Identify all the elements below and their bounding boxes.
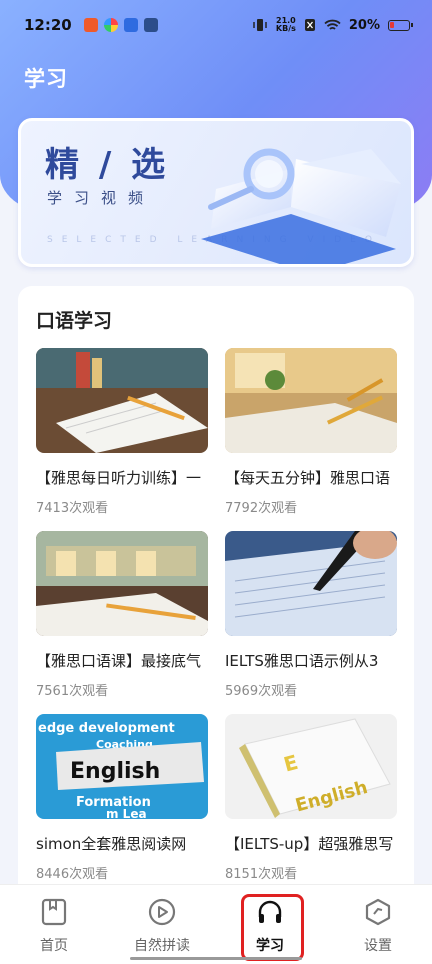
course-item[interactable]: 【雅思每日听力训练】一 7413次观看	[36, 348, 208, 516]
svg-text:edge development: edge development	[38, 721, 175, 736]
course-title: 【雅思每日听力训练】一	[36, 469, 202, 487]
course-title: 【IELTS-up】超强雅思写	[225, 835, 394, 853]
play-circle-icon	[148, 898, 176, 926]
network-speed-unit: KB/s	[275, 24, 296, 33]
active-tab-highlight	[241, 894, 304, 961]
course-thumbnail: edge development Coaching English Format…	[36, 714, 208, 819]
notification-app-icon-dark	[143, 18, 158, 32]
notification-app-icon-red	[83, 18, 98, 32]
course-thumbnail: E English	[225, 714, 397, 819]
notification-app-icon-blue	[123, 18, 138, 32]
course-views: 7413次观看	[36, 501, 109, 516]
home-indicator[interactable]	[130, 957, 302, 960]
course-views: 7561次观看	[36, 684, 109, 699]
course-title: 【雅思口语课】最接底气	[36, 652, 202, 670]
notification-app-icon-multicolor	[103, 18, 118, 32]
vibrate-icon	[253, 19, 267, 31]
page-title: 学习	[24, 67, 68, 91]
course-thumbnail	[36, 531, 208, 636]
battery-icon	[388, 19, 413, 31]
tab-label: 首页	[40, 938, 68, 954]
svg-text:m Lea: m Lea	[106, 807, 147, 819]
tab-settings[interactable]: 设置	[324, 885, 432, 964]
course-views: 5969次观看	[225, 684, 298, 699]
banner-title: 精 / 选	[45, 145, 170, 185]
banner-subtitle: 学习视频	[47, 189, 156, 207]
course-item[interactable]: IELTS雅思口语示例从3 5969次观看	[225, 531, 397, 699]
oral-learning-card: 口语学习 【雅思每日听力训练】一 7413次观看 【每天五分钟】雅思口语 779…	[18, 286, 414, 906]
course-thumbnail	[225, 348, 397, 453]
book-icon	[41, 898, 67, 926]
course-title: IELTS雅思口语示例从3	[225, 652, 379, 670]
status-time: 12:20	[24, 16, 72, 34]
settings-hexagon-icon	[365, 898, 391, 926]
network-speed: 21.0 KB/s	[276, 17, 296, 33]
sim-off-icon	[304, 19, 315, 31]
svg-text:English: English	[70, 759, 160, 784]
tab-label: 自然拼读	[134, 938, 190, 954]
tab-phonics[interactable]: 自然拼读	[108, 885, 216, 964]
course-views: 8151次观看	[225, 867, 298, 882]
section-title: 口语学习	[36, 310, 113, 332]
status-bar: 12:20 21.0 KB/s 20%	[0, 0, 432, 50]
course-thumbnail	[225, 531, 397, 636]
course-title: 【每天五分钟】雅思口语	[225, 469, 391, 487]
course-item[interactable]: edge development Coaching English Format…	[36, 714, 208, 882]
course-item[interactable]: 【雅思口语课】最接底气 7561次观看	[36, 531, 208, 699]
open-book-magnifier-illustration	[201, 148, 401, 264]
course-views: 8446次观看	[36, 867, 109, 882]
wifi-icon	[324, 19, 341, 30]
featured-banner[interactable]: 精 / 选 学习视频 SELECTED LEARNING VIDEO	[18, 118, 414, 267]
bottom-tab-bar: 首页 自然拼读 学习 设置	[0, 884, 432, 964]
tab-home[interactable]: 首页	[0, 885, 108, 964]
battery-percent: 20%	[348, 17, 380, 33]
course-views: 7792次观看	[225, 501, 298, 516]
course-thumbnail	[36, 348, 208, 453]
course-item[interactable]: 【每天五分钟】雅思口语 7792次观看	[225, 348, 397, 516]
course-title: simon全套雅思阅读网	[36, 835, 187, 853]
course-item[interactable]: E English 【IELTS-up】超强雅思写 8151次观看	[225, 714, 397, 882]
tab-label: 设置	[364, 938, 392, 954]
